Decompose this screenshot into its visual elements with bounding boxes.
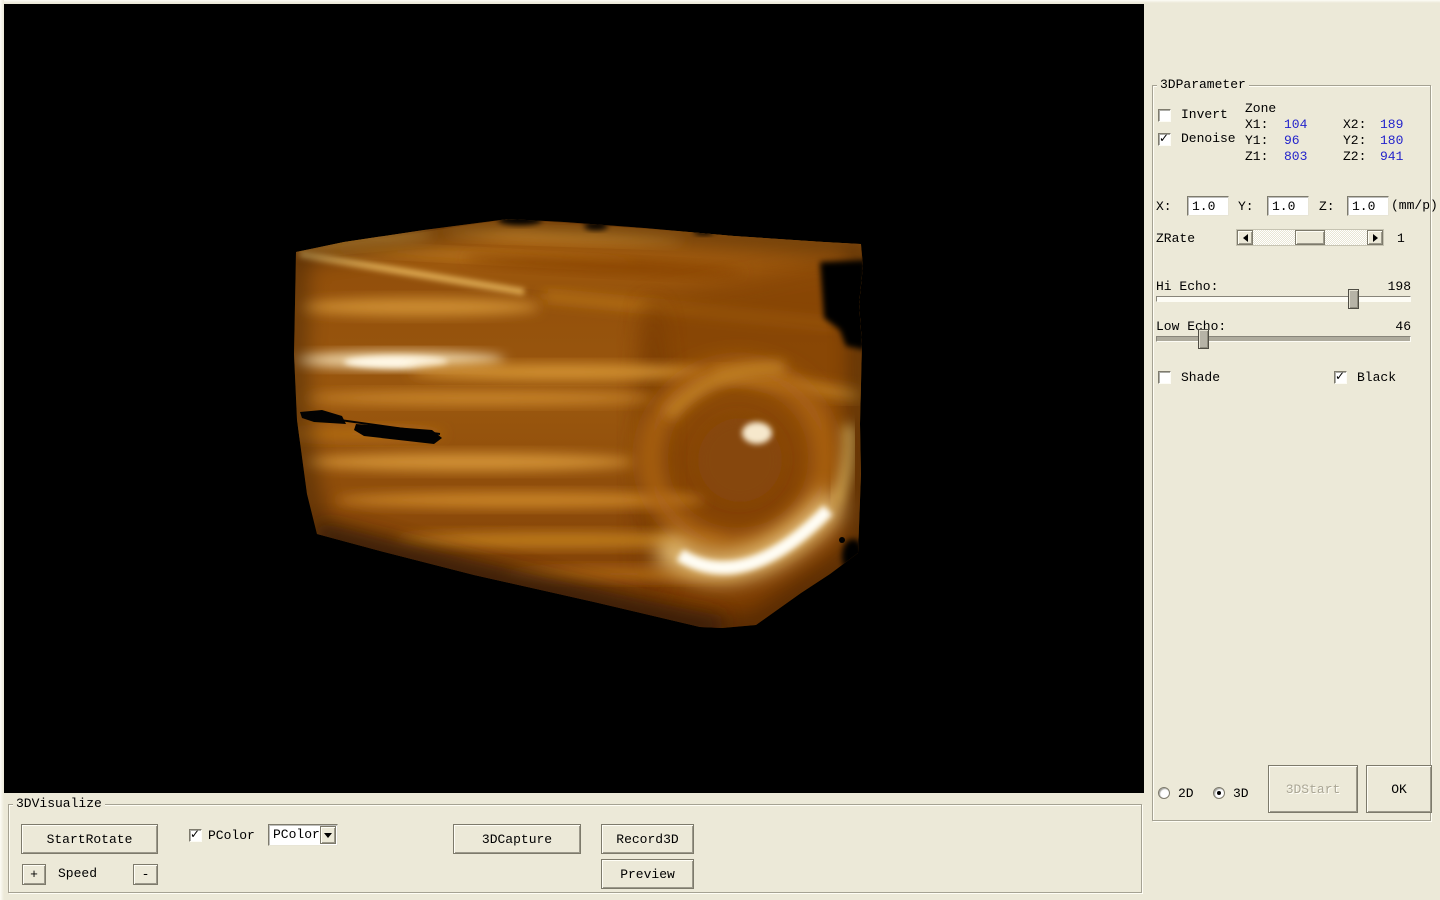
parameter-panel-title: 3DParameter xyxy=(1157,77,1249,93)
pcolor-checkbox[interactable]: ✓ xyxy=(189,829,202,842)
invert-label: Invert xyxy=(1181,107,1228,122)
low-echo-label: Low Echo: xyxy=(1156,319,1226,334)
start-rotate-button[interactable]: StartRotate xyxy=(21,824,158,854)
preview-button[interactable]: Preview xyxy=(601,859,694,889)
hi-echo-value: 198 xyxy=(1371,279,1411,294)
pcolor-label: PColor xyxy=(208,828,255,843)
visualize-panel: 3DVisualize StartRotate + Speed - ✓ PCol… xyxy=(8,804,1142,893)
pcolor-select[interactable]: PColor xyxy=(268,824,338,846)
pcolor-select-dropdown-button[interactable] xyxy=(320,826,336,844)
mode-2d-radio[interactable] xyxy=(1158,787,1170,799)
zone-z1-value: 803 xyxy=(1284,149,1307,164)
zone-z2-label: Z2: xyxy=(1343,149,1366,164)
zone-x2-value: 189 xyxy=(1380,117,1403,132)
z-scale-input[interactable] xyxy=(1347,196,1389,216)
black-checkbox[interactable]: ✓ xyxy=(1334,371,1347,384)
check-icon: ✓ xyxy=(190,828,200,841)
zone-z1-label: Z1: xyxy=(1245,149,1268,164)
invert-checkbox[interactable]: ✓ xyxy=(1158,109,1171,122)
low-echo-slider[interactable] xyxy=(1156,336,1411,342)
zrate-scrollbar-thumb[interactable] xyxy=(1295,230,1325,245)
zrate-scroll-left-button[interactable] xyxy=(1237,230,1253,245)
window-top-edge xyxy=(0,0,1440,3)
capture-3d-button[interactable]: 3DCapture xyxy=(453,824,581,854)
zrate-scroll-right-button[interactable] xyxy=(1367,230,1383,245)
zone-y2-label: Y2: xyxy=(1343,133,1366,148)
shade-label: Shade xyxy=(1181,370,1220,385)
dropdown-arrow-icon xyxy=(324,833,332,838)
render-viewport[interactable] xyxy=(4,4,1144,793)
scroll-left-icon xyxy=(1243,234,1248,242)
y-scale-label: Y: xyxy=(1238,199,1254,214)
y-scale-input[interactable] xyxy=(1267,196,1309,216)
zone-title: Zone xyxy=(1245,101,1276,116)
shade-checkbox[interactable]: ✓ xyxy=(1158,371,1171,384)
mode-2d-label: 2D xyxy=(1178,786,1194,801)
parameter-panel: 3DParameter ✓ Invert ✓ Denoise Zone X1: … xyxy=(1152,85,1431,821)
zrate-label: ZRate xyxy=(1156,231,1195,246)
x-scale-label: X: xyxy=(1156,199,1172,214)
zone-y1-label: Y1: xyxy=(1245,133,1268,148)
low-echo-value: 46 xyxy=(1371,319,1411,334)
z-scale-label: Z: xyxy=(1319,199,1335,214)
hi-echo-slider[interactable] xyxy=(1156,296,1411,302)
zone-y2-value: 180 xyxy=(1380,133,1403,148)
scroll-right-icon xyxy=(1373,234,1378,242)
record-3d-button[interactable]: Record3D xyxy=(601,824,694,854)
speed-label: Speed xyxy=(58,866,97,881)
zone-x1-label: X1: xyxy=(1245,117,1268,132)
volume-render-3d xyxy=(4,4,1144,793)
zone-x1-value: 104 xyxy=(1284,117,1307,132)
zone-y1-value: 96 xyxy=(1284,133,1300,148)
denoise-label: Denoise xyxy=(1181,131,1236,146)
mode-3d-radio[interactable] xyxy=(1213,787,1225,799)
speed-minus-button[interactable]: - xyxy=(133,864,158,885)
zone-x2-label: X2: xyxy=(1343,117,1366,132)
hi-echo-slider-thumb[interactable] xyxy=(1348,289,1359,309)
visualize-panel-title: 3DVisualize xyxy=(13,796,105,812)
ok-button[interactable]: OK xyxy=(1366,765,1432,813)
mode-3d-label: 3D xyxy=(1233,786,1249,801)
zrate-value: 1 xyxy=(1397,231,1405,246)
low-echo-slider-thumb[interactable] xyxy=(1198,329,1209,349)
check-icon: ✓ xyxy=(1335,370,1345,383)
denoise-checkbox[interactable]: ✓ xyxy=(1158,133,1171,146)
speed-plus-button[interactable]: + xyxy=(22,864,46,885)
check-icon: ✓ xyxy=(1159,132,1169,145)
black-label: Black xyxy=(1357,370,1396,385)
pcolor-select-value: PColor xyxy=(273,827,320,842)
hi-echo-label: Hi Echo: xyxy=(1156,279,1218,294)
start-3d-button[interactable]: 3DStart xyxy=(1268,765,1358,813)
zrate-scrollbar[interactable] xyxy=(1236,229,1384,246)
x-scale-input[interactable] xyxy=(1187,196,1229,216)
scale-unit-label: (mm/p) xyxy=(1391,198,1438,213)
zone-z2-value: 941 xyxy=(1380,149,1403,164)
